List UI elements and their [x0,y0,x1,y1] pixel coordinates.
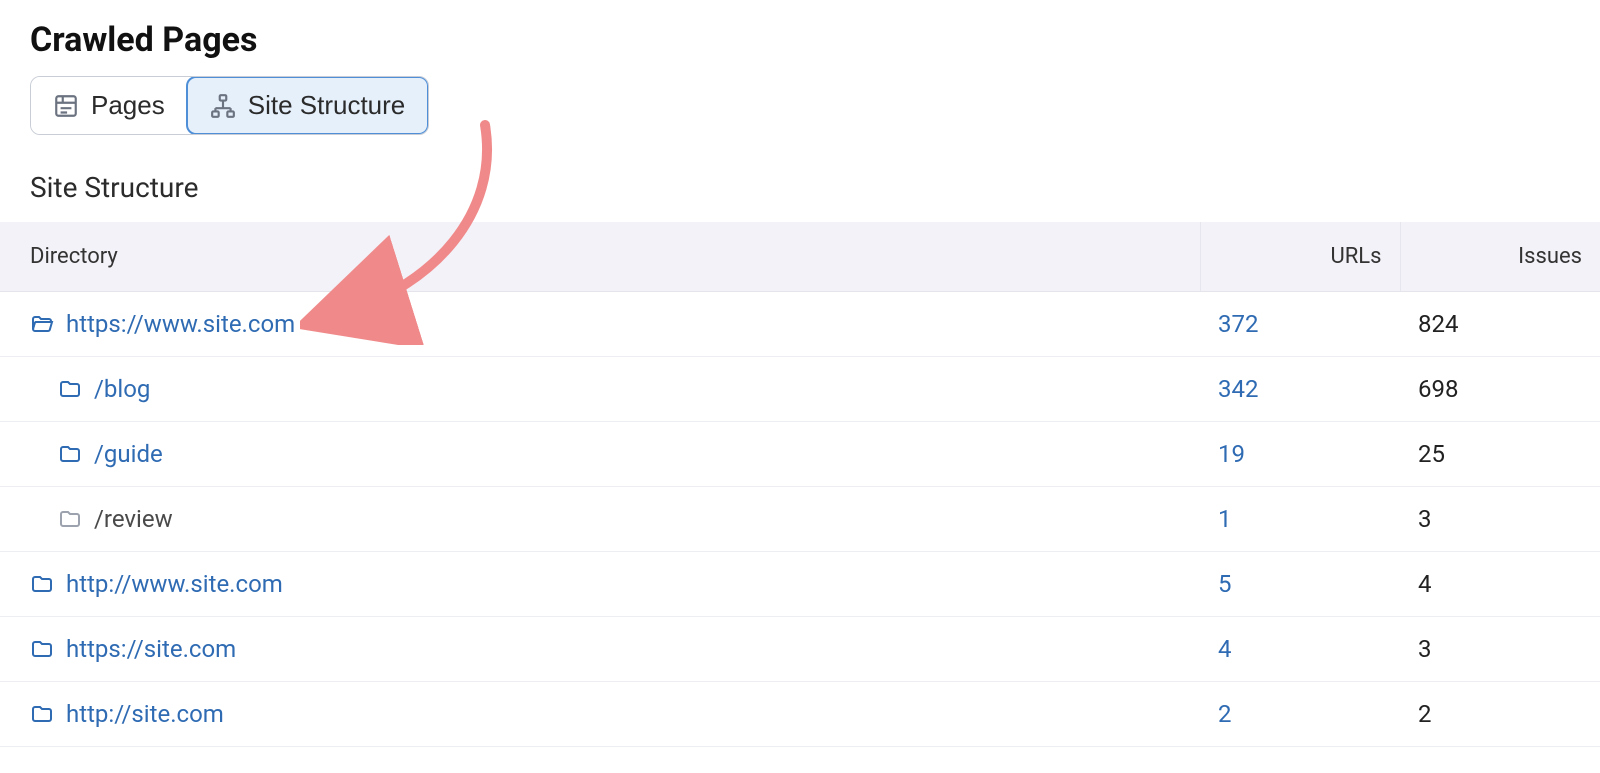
table-row: http://site.com 2 2 [0,682,1600,747]
directory-link[interactable]: http://site.com [66,700,224,728]
urls-count-link[interactable]: 372 [1218,310,1258,338]
directory-link[interactable]: /review [94,505,173,533]
tab-site-structure[interactable]: Site Structure [186,76,430,135]
folder-icon [58,507,82,531]
column-header-directory: Directory [0,222,1200,292]
issues-count: 2 [1418,700,1432,728]
issues-count: 3 [1418,505,1432,533]
directory-link[interactable]: https://www.site.com [66,310,295,338]
site-structure-table: Directory URLs Issues https://www.site.c… [0,222,1600,747]
folder-icon [30,702,54,726]
folder-icon [58,442,82,466]
table-row: /review 1 3 [0,487,1600,552]
column-header-urls: URLs [1200,222,1400,292]
tab-pages[interactable]: Pages [31,77,187,134]
page-title: Crawled Pages [30,20,1570,60]
column-header-issues: Issues [1400,222,1600,292]
directory-link[interactable]: http://www.site.com [66,570,283,598]
table-row: /guide 19 25 [0,422,1600,487]
table-row: https://site.com 4 3 [0,617,1600,682]
sitemap-icon [210,93,236,119]
view-tabs: Pages Site Structure [30,76,429,135]
issues-count: 25 [1418,440,1445,468]
urls-count-link[interactable]: 342 [1218,375,1258,403]
table-row: http://www.site.com 5 4 [0,552,1600,617]
issues-count: 824 [1418,310,1458,338]
issues-count: 3 [1418,635,1432,663]
directory-link[interactable]: /guide [94,440,163,468]
folder-icon [30,572,54,596]
directory-link[interactable]: https://site.com [66,635,236,663]
issues-count: 4 [1418,570,1432,598]
table-row: /blog 342 698 [0,357,1600,422]
urls-count-link[interactable]: 2 [1218,700,1232,728]
issues-count: 698 [1418,375,1458,403]
section-heading: Site Structure [30,171,1570,204]
pages-icon [53,93,79,119]
table-row: https://www.site.com 372 824 [0,292,1600,357]
folder-icon [30,637,54,661]
tab-site-structure-label: Site Structure [248,90,406,121]
urls-count-link[interactable]: 5 [1218,570,1232,598]
urls-count-link[interactable]: 19 [1218,440,1245,468]
directory-link[interactable]: /blog [94,375,150,403]
tab-pages-label: Pages [91,90,165,121]
folder-icon [58,377,82,401]
urls-count-link[interactable]: 4 [1218,635,1232,663]
urls-count-link[interactable]: 1 [1218,505,1232,533]
folder-open-icon [30,312,54,336]
